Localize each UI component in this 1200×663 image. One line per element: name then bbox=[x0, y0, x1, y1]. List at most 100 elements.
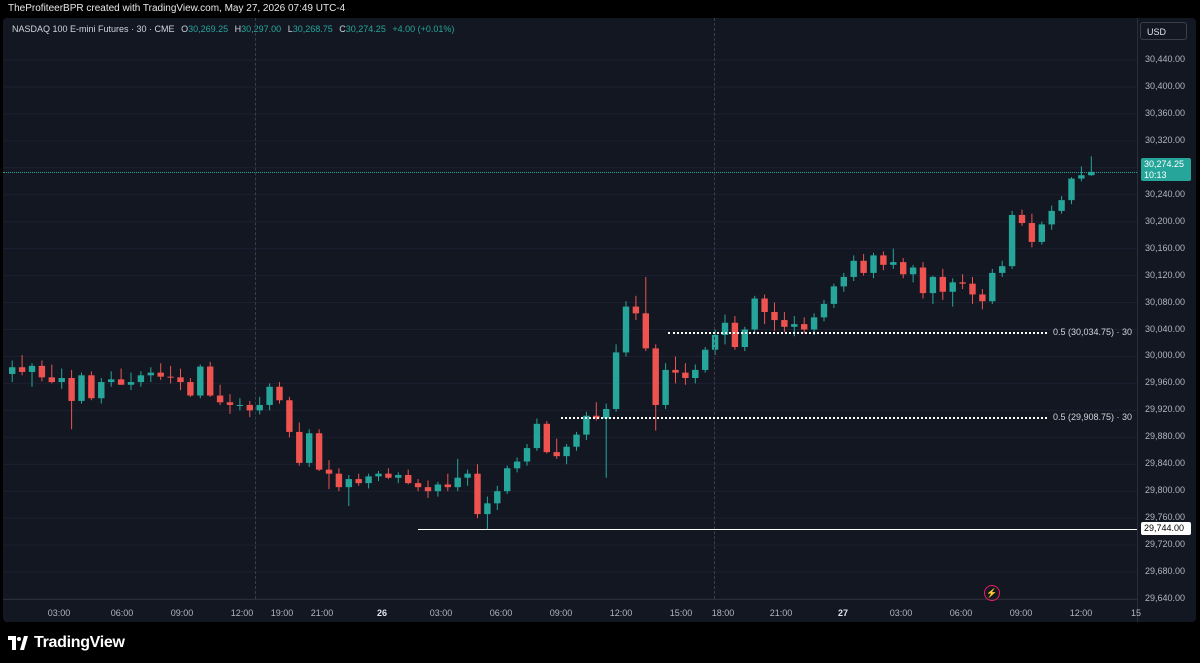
candle[interactable] bbox=[385, 468, 392, 480]
candle[interactable] bbox=[979, 289, 986, 310]
candle[interactable] bbox=[1058, 196, 1065, 214]
candle[interactable] bbox=[464, 469, 471, 486]
candle[interactable] bbox=[48, 364, 55, 384]
candle[interactable] bbox=[672, 356, 679, 384]
candle[interactable] bbox=[523, 444, 531, 466]
symbol-name[interactable]: NASDAQ 100 E-mini Futures · 30 · CME bbox=[12, 24, 175, 34]
candlestick-chart[interactable] bbox=[3, 18, 1196, 622]
candle[interactable] bbox=[157, 363, 164, 381]
candle[interactable] bbox=[612, 344, 620, 412]
candle[interactable] bbox=[306, 429, 313, 467]
candle[interactable] bbox=[444, 473, 451, 492]
candle[interactable] bbox=[78, 372, 85, 404]
candle[interactable] bbox=[98, 378, 105, 404]
candle[interactable] bbox=[375, 470, 382, 482]
candle[interactable] bbox=[365, 473, 372, 489]
candle[interactable] bbox=[296, 422, 303, 466]
candle[interactable] bbox=[58, 368, 65, 389]
candle[interactable] bbox=[622, 301, 630, 357]
candle[interactable] bbox=[761, 294, 768, 325]
candle[interactable] bbox=[236, 398, 244, 411]
lightning-icon[interactable]: ⚡ bbox=[984, 585, 1000, 601]
candle[interactable] bbox=[216, 384, 224, 405]
candle[interactable] bbox=[167, 365, 174, 384]
candle[interactable] bbox=[207, 361, 214, 397]
candle[interactable] bbox=[127, 372, 135, 391]
candle[interactable] bbox=[890, 248, 897, 269]
candle[interactable] bbox=[692, 364, 699, 384]
candle[interactable] bbox=[266, 383, 273, 411]
candle[interactable] bbox=[474, 464, 481, 519]
candle[interactable] bbox=[999, 260, 1006, 277]
candle[interactable] bbox=[88, 371, 95, 401]
candle[interactable] bbox=[939, 268, 946, 300]
candle[interactable] bbox=[1038, 221, 1045, 245]
fib-level-line[interactable] bbox=[561, 416, 1047, 419]
candle[interactable] bbox=[9, 360, 16, 383]
candle[interactable] bbox=[632, 295, 640, 321]
candle[interactable] bbox=[989, 268, 996, 304]
candle[interactable] bbox=[18, 355, 26, 376]
candle[interactable] bbox=[414, 479, 422, 492]
candle[interactable] bbox=[959, 274, 966, 290]
chart-frame[interactable]: NASDAQ 100 E-mini Futures · 30 · CME O30… bbox=[3, 18, 1196, 622]
candle[interactable] bbox=[454, 458, 461, 492]
candle[interactable] bbox=[276, 382, 283, 404]
candle[interactable] bbox=[256, 396, 263, 415]
candle[interactable] bbox=[108, 371, 115, 387]
candle[interactable] bbox=[68, 369, 75, 430]
candle[interactable] bbox=[504, 465, 511, 494]
candle[interactable] bbox=[751, 295, 758, 334]
candle[interactable] bbox=[969, 276, 976, 304]
candle[interactable] bbox=[919, 262, 927, 299]
candle[interactable] bbox=[286, 396, 293, 438]
candle[interactable] bbox=[870, 252, 877, 279]
candle[interactable] bbox=[533, 418, 541, 451]
tradingview-logo[interactable]: TradingView bbox=[8, 634, 125, 652]
fib-level-line[interactable] bbox=[668, 332, 1047, 335]
candle[interactable] bbox=[702, 347, 709, 373]
candle[interactable] bbox=[494, 485, 501, 511]
candle[interactable] bbox=[771, 302, 778, 331]
candle[interactable] bbox=[603, 403, 610, 478]
candle[interactable] bbox=[187, 378, 194, 397]
candle[interactable] bbox=[830, 283, 838, 308]
candle[interactable] bbox=[405, 469, 412, 485]
candle[interactable] bbox=[1078, 166, 1085, 182]
candle[interactable] bbox=[880, 251, 887, 271]
candle[interactable] bbox=[395, 472, 402, 484]
candle[interactable] bbox=[315, 429, 323, 471]
candle[interactable] bbox=[909, 264, 917, 283]
candle[interactable] bbox=[1018, 209, 1026, 226]
currency-button[interactable]: USD bbox=[1140, 22, 1187, 40]
candle[interactable] bbox=[355, 473, 362, 486]
candle[interactable] bbox=[721, 314, 729, 345]
candle[interactable] bbox=[682, 363, 689, 385]
candle[interactable] bbox=[434, 481, 442, 497]
candle[interactable] bbox=[1008, 210, 1016, 269]
candle[interactable] bbox=[197, 364, 204, 399]
candle[interactable] bbox=[424, 480, 432, 498]
candle[interactable] bbox=[543, 421, 550, 454]
candle[interactable] bbox=[1048, 205, 1055, 230]
candle[interactable] bbox=[513, 457, 521, 473]
candle[interactable] bbox=[820, 299, 828, 322]
candle[interactable] bbox=[335, 468, 343, 492]
candle[interactable] bbox=[345, 475, 352, 507]
candle[interactable] bbox=[117, 368, 125, 385]
candle[interactable] bbox=[573, 431, 580, 451]
candle[interactable] bbox=[850, 255, 857, 281]
candle[interactable] bbox=[1028, 213, 1036, 248]
candle[interactable] bbox=[1068, 177, 1075, 205]
candle[interactable] bbox=[662, 363, 669, 410]
candle[interactable] bbox=[137, 371, 145, 387]
candle[interactable] bbox=[484, 496, 491, 529]
candle[interactable] bbox=[38, 360, 46, 382]
candle[interactable] bbox=[1088, 156, 1095, 176]
candle[interactable] bbox=[929, 275, 937, 304]
horizontal-level-line[interactable] bbox=[418, 528, 1137, 530]
candle[interactable] bbox=[177, 368, 184, 391]
candle[interactable] bbox=[563, 444, 570, 465]
candle[interactable] bbox=[553, 438, 560, 459]
candle[interactable] bbox=[860, 254, 867, 276]
